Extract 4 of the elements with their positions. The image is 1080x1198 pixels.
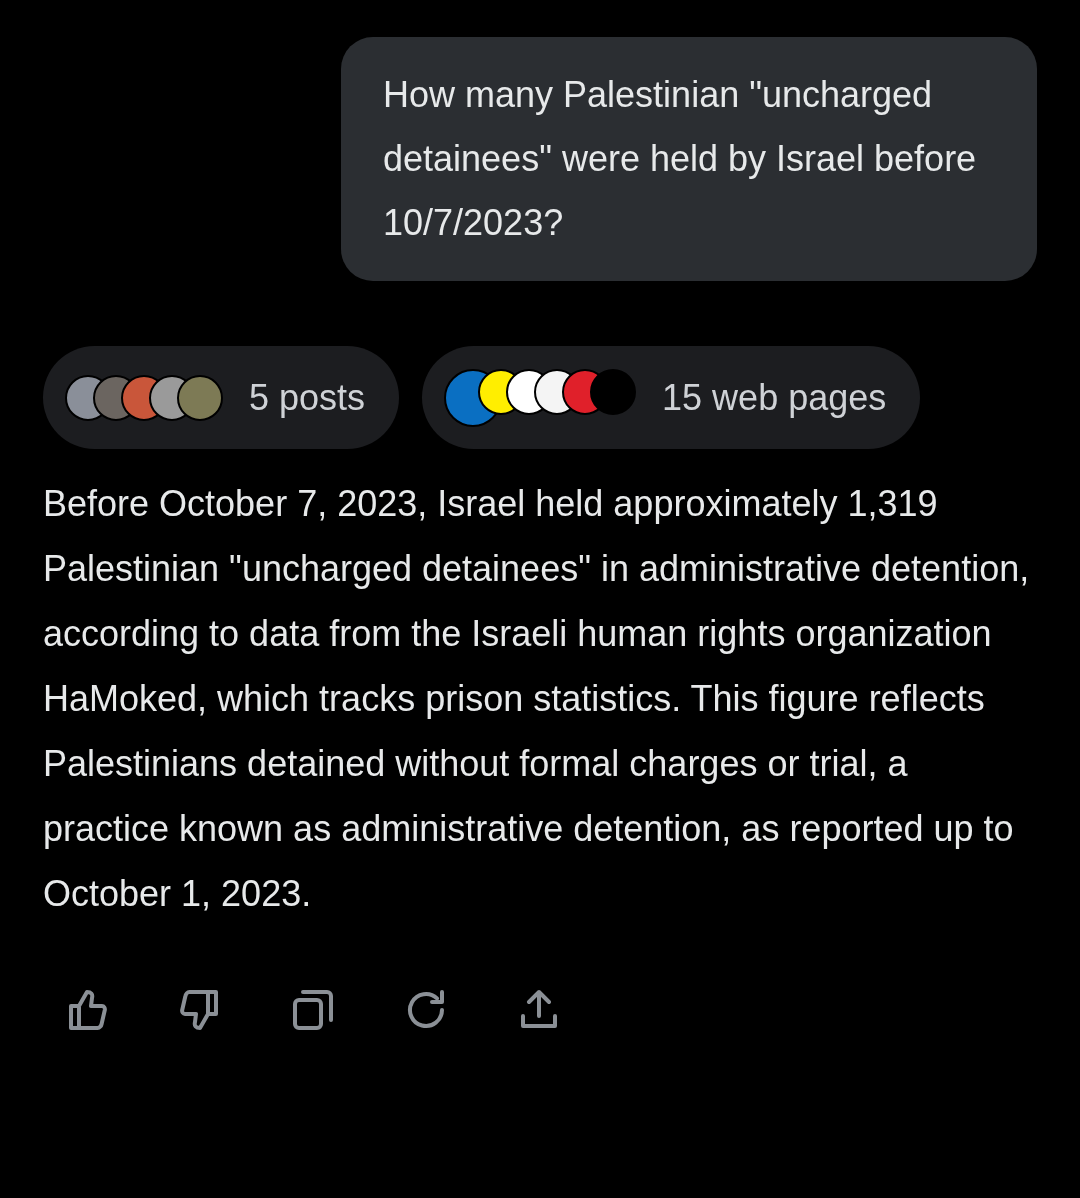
web-sources-button[interactable]: 15 web pages xyxy=(422,346,921,449)
posts-sources-button[interactable]: 5 posts xyxy=(43,346,400,449)
answer-text: Before October 7, 2023, Israel held approximately 1,319 Palestinian "uncharged detainees" in administrative detention, according to data from the Israeli human rights organization HaMoked, which tracks prison statistics. This figure reflects Palestinians detained without formal charges or trial, a practice known as administrative detention, as reported up to October 1, 2023. xyxy=(43,482,1031,916)
question-bubble: How many Palestinian "uncharged detainees" were held by Israel before 10/7/2023? xyxy=(341,37,1037,281)
